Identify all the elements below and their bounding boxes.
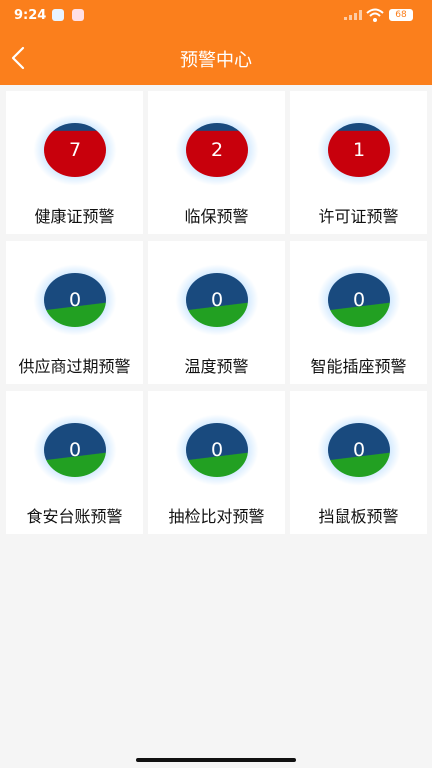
status-time: 9:24: [14, 8, 47, 23]
warning-count: 0: [68, 289, 82, 311]
warning-label: 挡鼠板预警: [318, 507, 399, 526]
battery-icon: 68: [389, 9, 413, 21]
gauge-glow: 0: [310, 258, 408, 342]
warning-card-license[interactable]: 1 许可证预警: [290, 91, 427, 234]
warning-card-sample-comparison[interactable]: 0 抽检比对预警: [148, 391, 285, 534]
gauge-alert-icon: 2: [186, 123, 248, 177]
signal-icon: [344, 10, 362, 20]
warning-label: 许可证预警: [318, 207, 399, 226]
gauge-glow: 0: [310, 408, 408, 492]
gauge-alert-icon: 1: [328, 123, 390, 177]
warning-label: 临保预警: [184, 207, 249, 226]
wifi-icon: [366, 8, 384, 22]
warning-label: 温度预警: [184, 357, 249, 376]
gauge-glow: 2: [168, 108, 266, 192]
telegram-icon: [52, 9, 64, 21]
status-bar: 9:24 68: [0, 0, 432, 32]
warning-count: 0: [210, 439, 224, 461]
gauge-glow: 0: [168, 408, 266, 492]
warning-label: 食安台账预警: [26, 507, 123, 526]
page-title: 预警中心: [180, 50, 252, 71]
warning-count: 0: [352, 439, 366, 461]
warning-count: 0: [68, 439, 82, 461]
warning-card-temperature[interactable]: 0 温度预警: [148, 241, 285, 384]
warning-count: 2: [210, 139, 224, 161]
gauge-glow: 0: [26, 408, 124, 492]
warning-grid: 7 健康证预警 2 临保预警 1 许可证预警 0 供应商过期预警 0 温度预警 …: [6, 91, 427, 534]
warning-label: 供应商过期预警: [18, 357, 131, 376]
gauge-glow: 7: [26, 108, 124, 192]
warning-label: 健康证预警: [34, 207, 115, 226]
warning-count: 7: [68, 139, 82, 161]
warning-card-food-ledger[interactable]: 0 食安台账预警: [6, 391, 143, 534]
gauge-ok-icon: 0: [328, 423, 390, 477]
gauge-glow: 0: [26, 258, 124, 342]
notification-icon: [72, 9, 84, 21]
gauge-ok-icon: 0: [44, 423, 106, 477]
gauge-ok-icon: 0: [44, 273, 106, 327]
warning-count: 0: [210, 289, 224, 311]
warning-label: 抽检比对预警: [168, 507, 265, 526]
gauge-glow: 1: [310, 108, 408, 192]
warning-card-supplier-expiry[interactable]: 0 供应商过期预警: [6, 241, 143, 384]
home-indicator[interactable]: [136, 758, 296, 762]
app-header: 9:24 68 预警中心: [0, 0, 432, 85]
warning-card-smart-socket[interactable]: 0 智能插座预警: [290, 241, 427, 384]
warning-card-rodent-board[interactable]: 0 挡鼠板预警: [290, 391, 427, 534]
gauge-ok-icon: 0: [328, 273, 390, 327]
warning-label: 智能插座预警: [310, 357, 407, 376]
warning-count: 0: [352, 289, 366, 311]
gauge-ok-icon: 0: [186, 273, 248, 327]
warning-card-expiry[interactable]: 2 临保预警: [148, 91, 285, 234]
gauge-glow: 0: [168, 258, 266, 342]
warning-count: 1: [352, 139, 366, 161]
gauge-alert-icon: 7: [44, 123, 106, 177]
warning-card-health-certificate[interactable]: 7 健康证预警: [6, 91, 143, 234]
gauge-ok-icon: 0: [186, 423, 248, 477]
